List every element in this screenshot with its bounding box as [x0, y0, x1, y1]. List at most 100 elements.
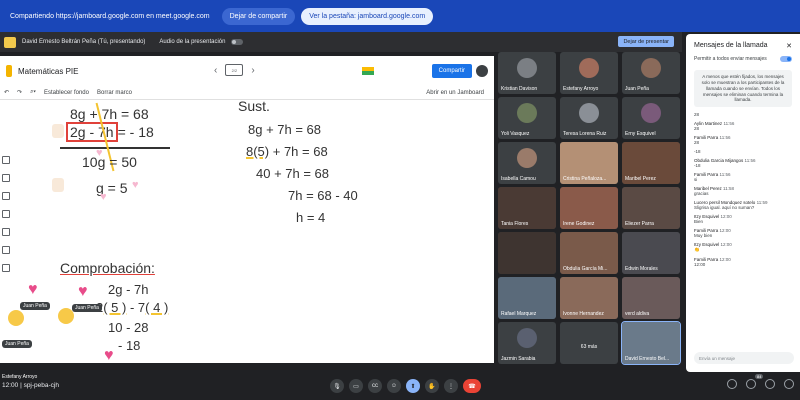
participant-tile[interactable]: Irene Godinez	[560, 187, 618, 229]
next-frame-icon[interactable]: ›	[251, 65, 254, 76]
participant-tile[interactable]: Yoli Vasquez	[498, 97, 556, 139]
reaction-name-badge: Juan Peña	[20, 302, 50, 310]
participant-tile[interactable]: Maribel Perez	[622, 142, 680, 184]
raise-hand-icon[interactable]: ✋	[425, 379, 439, 393]
participant-tile[interactable]: Kristian Davison	[498, 52, 556, 94]
chat-panel: Mensajes de la llamada ✕ Permitir a todo…	[686, 34, 800, 372]
participant-tile[interactable]: Tania Flores	[498, 187, 556, 229]
participant-tile[interactable]: Isabella Camou	[498, 142, 556, 184]
avatar	[517, 148, 537, 168]
chat-message: 28	[694, 112, 792, 117]
chat-info-note: A menos que estén fijados, los mensajes …	[694, 70, 792, 108]
chat-header: Mensajes de la llamada ✕	[686, 34, 800, 50]
chat-time: 12:00	[720, 214, 732, 220]
screen-share-bar: Compartiendo https://jamboard.google.com…	[0, 0, 800, 32]
undo-icon[interactable]: ↶	[4, 89, 9, 96]
participant-tile[interactable]	[498, 232, 556, 274]
chat-time: 11:56	[719, 135, 731, 141]
check-line-3: 10 - 28	[108, 320, 149, 335]
reactions-icon[interactable]: ☺	[387, 379, 401, 393]
chat-text: 28	[694, 126, 700, 132]
participant-tile[interactable]: Ivonne Hernandez	[560, 277, 618, 319]
chat-message: Famili Parra 12:00 12:00	[694, 257, 792, 267]
participant-tile[interactable]: verd aldiva	[622, 277, 680, 319]
chat-title: Mensajes de la llamada	[694, 42, 768, 49]
participant-tile[interactable]: Rafael Marquez	[498, 277, 556, 319]
chat-message: Itzy Esquivel 12:00 👏	[694, 242, 792, 253]
participant-tile[interactable]: Edwin Morales	[622, 232, 680, 274]
close-icon[interactable]: ✕	[786, 42, 792, 50]
heart-reaction-icon: ♥	[104, 347, 114, 364]
participant-tile[interactable]: Erny Esquivel	[622, 97, 680, 139]
participant-tile[interactable]: David Ernesto Bel...	[621, 321, 681, 365]
stop-presenting-button[interactable]: Dejar de presentar	[618, 36, 674, 47]
redo-icon[interactable]: ↷	[17, 89, 22, 96]
presentation-audio-label: Audio de la presentación	[159, 39, 226, 45]
stop-sharing-button[interactable]: Dejar de compartir	[221, 7, 296, 25]
share-button[interactable]: Compartir	[431, 64, 472, 78]
jamboard-title[interactable]: Matemáticas PIE	[18, 67, 78, 76]
people-icon[interactable]	[746, 379, 756, 389]
presentation-audio-toggle[interactable]	[231, 39, 244, 45]
camera-icon[interactable]: ▭	[349, 379, 363, 393]
avatar	[579, 58, 599, 78]
present-icon	[4, 36, 16, 48]
share-message: Compartiendo https://jamboard.google.com…	[10, 12, 210, 20]
chat-message: Obdulia Garcia Mijangos 11:56 -18	[694, 158, 792, 168]
avatar	[517, 58, 537, 78]
view-tab-button[interactable]: Ver la pestaña: jamboard.google.com	[301, 7, 434, 25]
participant-tile[interactable]: Estefany Arroyo	[560, 52, 618, 94]
chat-icon[interactable]	[765, 379, 775, 389]
frame-navigator: ‹ 2/2 ›	[214, 64, 255, 76]
participant-tile[interactable]: Eliezer Parra	[622, 187, 680, 229]
heart-reaction-icon: ♥	[78, 283, 88, 300]
equation-3: 10g = 50	[82, 154, 137, 170]
participant-tile[interactable]: Cristina Peñaloza...	[560, 142, 618, 184]
clear-frame-button[interactable]: Borrar marco	[97, 90, 132, 96]
more-options-icon[interactable]: ⋮	[444, 379, 458, 393]
allow-messages-toggle[interactable]	[780, 56, 792, 62]
zoom-icon[interactable]: ⌕▾	[30, 89, 36, 96]
participant-name: Erny Esquivel	[625, 131, 656, 137]
heart-reaction-icon: ♥	[28, 281, 38, 298]
check-line-2: 2( 5 ) - 7( 4 )	[96, 300, 168, 315]
present-screen-icon[interactable]: ⬆	[406, 379, 420, 393]
participant-caption: Estefany Arroyo	[2, 374, 38, 380]
info-icon[interactable]	[727, 379, 737, 389]
sub-line-3: 40 + 7h = 68	[256, 166, 330, 181]
activities-icon[interactable]	[784, 379, 794, 389]
participant-name: Cristina Peñaloza...	[563, 176, 607, 182]
meeting-controls-bar: Estefany Arroyo 12:00 | spj-peba-cjh 🎙 ▭…	[0, 374, 800, 400]
sub-line-2-rest: + 7h = 68	[269, 144, 328, 159]
participant-tile[interactable]: Juan Peña	[622, 52, 680, 94]
participant-name: David Ernesto Bel...	[625, 356, 670, 362]
open-in-jamboard-link[interactable]: Abrir en un Jamboard	[426, 90, 484, 96]
chat-input[interactable]: Envía un mensaje	[694, 352, 794, 364]
participant-tile[interactable]: 63 más	[560, 322, 618, 364]
sub-line-1: 8g + 7h = 68	[248, 122, 322, 137]
chat-text: Sligrisa igual. aquí no suman?	[694, 205, 755, 211]
set-background-button[interactable]: Establecer fondo	[44, 90, 89, 96]
avatar	[641, 58, 661, 78]
jamboard-canvas[interactable]: 8g + 7h = 68 2g - 7h = - 18 10g = 50 g = …	[0, 98, 494, 364]
participant-tile[interactable]: Teresa Lorena Ruiz	[560, 97, 618, 139]
substituted-value: 8(5)	[246, 144, 270, 159]
jamboard-header: Matemáticas PIE ‹ 2/2 › Compartir	[0, 56, 494, 86]
presenter-bar: David Ernesto Beltrán Peña (Tú, presenta…	[0, 32, 682, 52]
sub-line-5: h = 4	[296, 210, 326, 225]
captions-icon[interactable]: cc	[368, 379, 382, 393]
avatar[interactable]	[476, 65, 488, 77]
previous-frame-icon[interactable]: ‹	[214, 65, 217, 76]
participant-name: Irene Godinez	[563, 221, 595, 227]
chat-message: Aylin Martinez 11:56 28	[694, 121, 792, 131]
leave-call-icon[interactable]: ☎	[463, 379, 481, 393]
chat-time: 12:00	[719, 257, 731, 263]
participant-tile[interactable]: Jazmin Sarabia	[498, 322, 556, 364]
chat-time: 12:00	[720, 242, 732, 248]
chat-text: -18	[694, 149, 701, 155]
frame-thumbnail[interactable]: 2/2	[225, 64, 244, 76]
participant-tile[interactable]: Obdulia García Mi...	[560, 232, 618, 274]
microphone-icon[interactable]: 🎙	[330, 379, 344, 393]
participant-name: Kristian Davison	[501, 86, 538, 92]
flag-icon	[362, 67, 374, 75]
